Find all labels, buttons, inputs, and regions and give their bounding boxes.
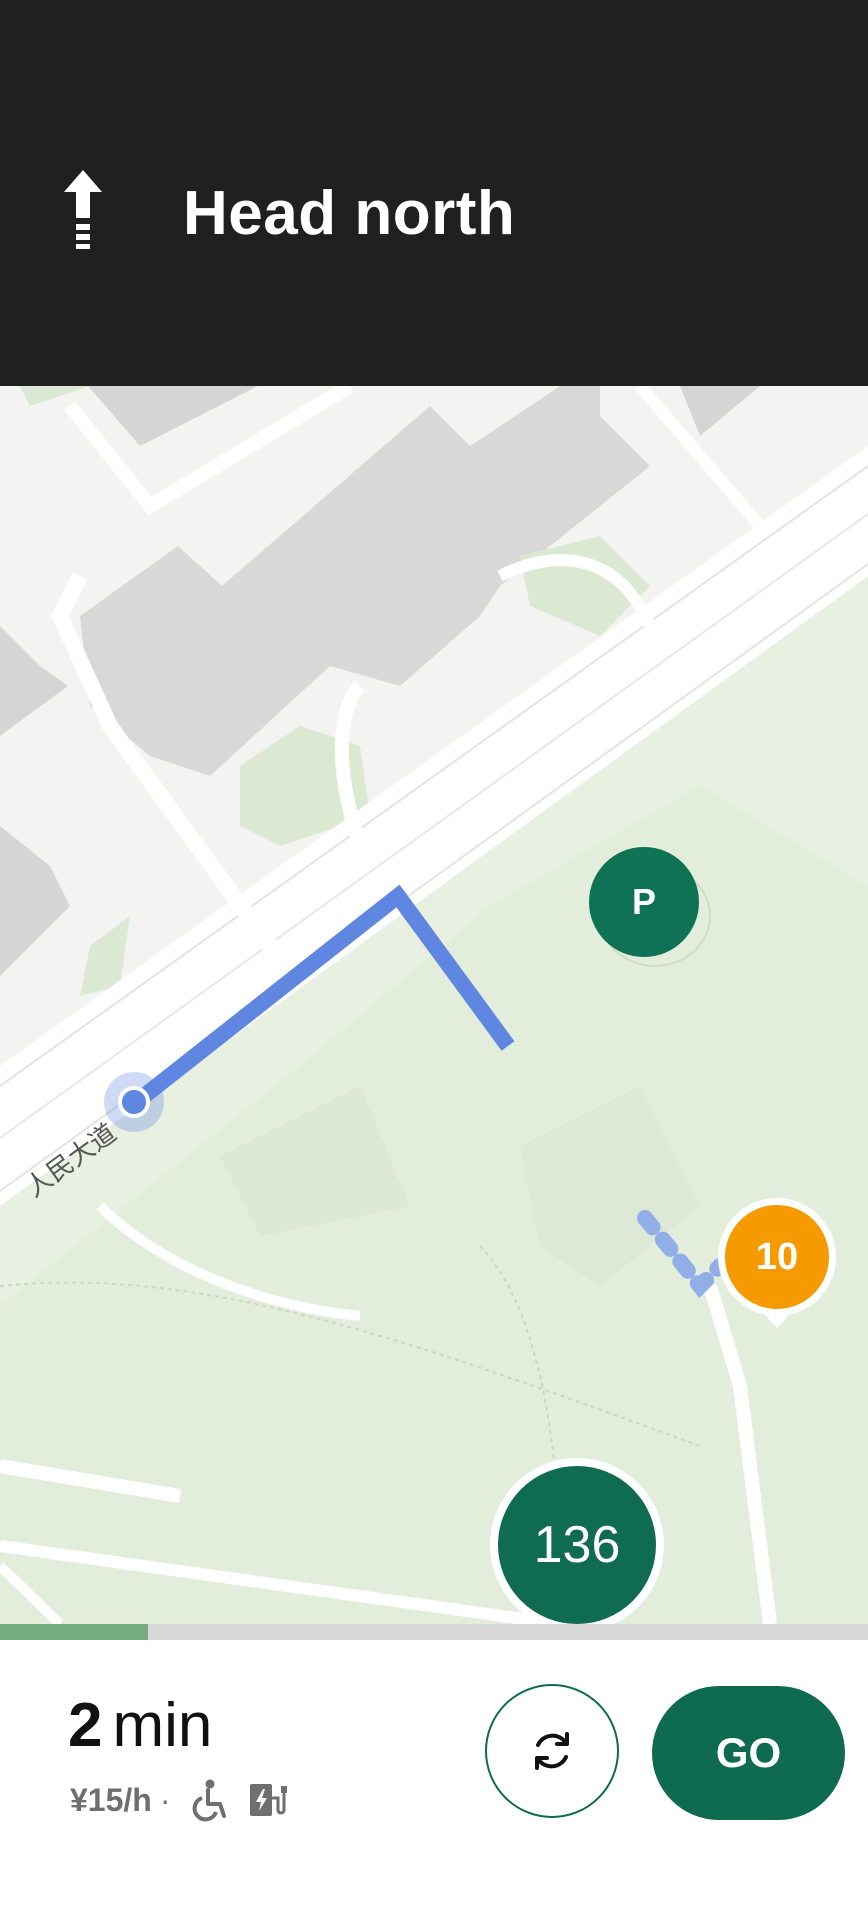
refresh-route-button[interactable] <box>485 1684 619 1818</box>
eta: 2 min <box>68 1690 212 1761</box>
trip-progress-bar <box>0 1624 868 1640</box>
eta-number: 2 <box>68 1691 103 1760</box>
separator: · <box>159 1781 171 1818</box>
eta-unit: min <box>112 1691 213 1760</box>
wheelchair-accessible-icon <box>193 1779 227 1822</box>
map-view[interactable]: 人民大道 P 10 136 <box>0 386 868 1624</box>
refresh-icon <box>535 1732 569 1770</box>
orange-marker-label: 10 <box>755 1235 799 1278</box>
orange-marker[interactable]: 10 <box>718 1198 836 1316</box>
parking-marker-label: P <box>631 881 656 922</box>
map-canvas: 人民大道 <box>0 386 868 1624</box>
parking-details: ¥15/h · <box>70 1778 290 1822</box>
trip-summary-panel: 2 min ¥15/h · GO <box>0 1640 868 1928</box>
parking-price: ¥15/h <box>70 1781 152 1818</box>
destination-marker[interactable]: 136 <box>490 1458 664 1624</box>
arrow-up-icon <box>64 170 102 249</box>
destination-marker-label: 136 <box>533 1516 621 1574</box>
orange-marker-tail <box>764 1314 790 1328</box>
go-button[interactable]: GO <box>652 1686 845 1820</box>
current-location-dot <box>118 1086 150 1118</box>
instruction-text: Head north <box>183 179 516 248</box>
parking-marker[interactable]: P <box>589 847 699 957</box>
ev-charging-icon <box>250 1784 288 1816</box>
trip-progress-fill <box>0 1624 148 1640</box>
navigation-header: Head north <box>0 0 868 386</box>
